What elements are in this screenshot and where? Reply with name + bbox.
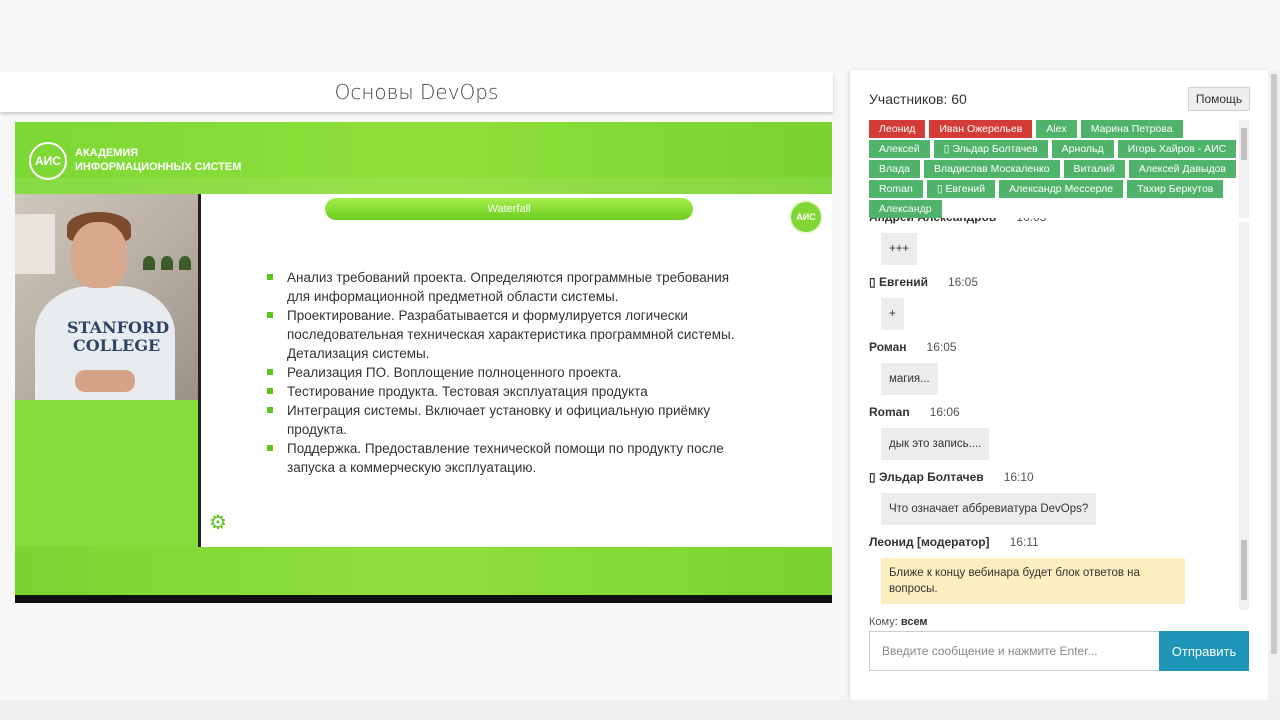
message-time: 16:05 — [1016, 218, 1046, 224]
chat-panel: Участников: 60 Помощь Леонид Иван Ожерель… — [850, 70, 1268, 700]
bullet-item: Анализ требований проекта. Определяются … — [267, 268, 737, 306]
presentation-title-bar: Основы DevOps — [0, 72, 833, 112]
academy-logo-icon: АИС — [29, 142, 67, 180]
video-plant — [143, 256, 155, 270]
message-time: 16:05 — [926, 340, 957, 354]
recipient-value: всем — [900, 616, 928, 628]
slide: АИС АКАДЕМИЯ ИНФОРМАЦИОННЫХ СИСТЕМ STANF… — [15, 122, 832, 595]
participant-tag[interactable]: Леонид — [869, 120, 926, 138]
participants-count: Участников: 60 — [869, 91, 967, 107]
message-time: 16:05 — [948, 275, 979, 289]
bullet-item: Интеграция системы. Включает установку и… — [267, 401, 737, 439]
presentation-player[interactable]: АИС АКАДЕМИЯ ИНФОРМАЦИОННЫХ СИСТЕМ STANF… — [15, 122, 832, 603]
participants-scrollbar[interactable] — [1239, 120, 1249, 218]
participant-tag[interactable]: Алексей Давыдов — [1128, 160, 1236, 178]
shirt-line-1: STANFORD — [67, 318, 170, 337]
messages-list: Андрей Александров 16:05 +++ ▯ Евгений 16:05… — [869, 218, 1241, 610]
speaker-head — [71, 222, 127, 288]
message-time: 16:11 — [1009, 535, 1039, 549]
message-text: магия... — [881, 363, 938, 395]
recipient-prefix: Кому: — [869, 616, 898, 628]
participant-tag[interactable]: ▯ Эльдар Болтачев — [933, 140, 1048, 158]
message-text: +++ — [881, 233, 918, 265]
slide-header: АИС АКАДЕМИЯ ИНФОРМАЦИОННЫХ СИСТЕМ — [15, 122, 832, 194]
logo-abbr: АИС — [35, 154, 61, 168]
message-header: ▯ Евгений 16:05 — [869, 275, 1241, 289]
message-author[interactable]: Андрей Александров — [869, 218, 996, 224]
mini-logo-text: АИС — [796, 212, 816, 222]
shirt-line-2: COLLEGE — [73, 336, 161, 355]
bullet-item: Реализация ПО. Воплощение полноценного п… — [267, 363, 737, 382]
video-plant — [161, 256, 173, 270]
message-author[interactable]: ▯ Евгений — [869, 275, 928, 289]
chat-message: Roman 16:06 дык это запись.... — [869, 405, 1241, 470]
message-input[interactable]: Введите сообщение и нажмите Enter... — [869, 631, 1161, 671]
message-header: Леонид [модератор] 16:11 — [869, 535, 1241, 549]
participant-tag[interactable]: Владислав Москаленко — [923, 160, 1060, 178]
participant-tag[interactable]: Виталий — [1063, 160, 1125, 178]
slide-content: Waterfall АИС Анализ требований проекта.… — [198, 194, 832, 547]
moderator-message-text: Ближе к концу вебинара будет блок ответо… — [881, 558, 1185, 604]
participants-list: Леонид Иван Ожерельев Alex Марина Петрова Ал… — [869, 120, 1239, 218]
message-author[interactable]: Roman — [869, 405, 910, 419]
messages-scrollbar[interactable] — [1239, 222, 1249, 610]
scrollbar-thumb[interactable] — [1271, 74, 1277, 654]
participant-tag[interactable]: Тахир Беркутов — [1127, 180, 1224, 198]
logo-line-1: АКАДЕМИЯ — [75, 147, 139, 159]
message-text: + — [881, 298, 904, 330]
chat-message: ▯ Евгений 16:05 + — [869, 275, 1241, 340]
bullet-item: Тестирование продукта. Тестовая эксплуат… — [267, 382, 737, 401]
message-header: Андрей Александров 16:05 — [869, 218, 1241, 224]
chat-message: ▯ Эльдар Болтачев 16:10 Что означает аббре… — [869, 470, 1241, 535]
slide-heading: Waterfall — [325, 198, 693, 220]
chat-message: Роман 16:05 магия... — [869, 340, 1241, 405]
speaker-video: STANFORD COLLEGE — [15, 194, 198, 400]
mini-logo-icon: АИС — [789, 200, 823, 234]
message-input-placeholder: Введите сообщение и нажмите Enter... — [882, 644, 1098, 658]
message-header: Roman 16:06 — [869, 405, 1241, 419]
message-text: дык это запись.... — [881, 428, 990, 460]
speaker-shirt-text: STANFORD COLLEGE — [67, 319, 169, 355]
participant-tag[interactable]: Александр Месcерле — [999, 180, 1124, 198]
participant-tag[interactable]: Влада — [869, 160, 920, 178]
participant-tag[interactable]: Арнольд — [1051, 140, 1114, 158]
video-shelf — [15, 214, 55, 274]
participant-tag[interactable]: Roman — [869, 180, 923, 198]
participant-tag[interactable]: Игорь Хайров - АИС — [1117, 140, 1237, 158]
slide-footer — [15, 547, 832, 595]
participant-tag[interactable]: Alex — [1036, 120, 1077, 138]
slide-bullets: Анализ требований проекта. Определяются … — [267, 268, 737, 477]
page-scrollbar[interactable] — [1268, 70, 1280, 700]
chat-message: Андрей Александров 16:05 +++ — [869, 218, 1241, 275]
message-header: Роман 16:05 — [869, 340, 1241, 354]
recipient-label[interactable]: Кому: всем — [869, 616, 928, 628]
message-time: 16:10 — [1003, 470, 1034, 484]
participant-tag[interactable]: Марина Петрова — [1080, 120, 1183, 138]
video-plant — [179, 256, 191, 270]
participant-tag[interactable]: Алексей — [869, 140, 930, 158]
message-author[interactable]: Роман — [869, 340, 907, 354]
gears-icon: ⚙ — [209, 512, 227, 534]
message-author[interactable]: Леонид [модератор] — [869, 535, 990, 549]
logo-line-2: ИНФОРМАЦИОННЫХ СИСТЕМ — [75, 161, 242, 173]
message-header: ▯ Эльдар Болтачев 16:10 — [869, 470, 1241, 484]
chat-message: Леонид [модератор] 16:11 Ближе к концу веб… — [869, 535, 1241, 610]
header-stripe — [15, 178, 832, 194]
help-button[interactable]: Помощь — [1188, 87, 1250, 111]
bottom-strip — [0, 700, 1280, 720]
bullet-item: Поддержка. Предоставление технической по… — [267, 439, 737, 477]
participant-tag[interactable]: Александр — [869, 200, 942, 218]
participant-tag[interactable]: ▯ Евгений — [926, 180, 996, 198]
message-time: 16:06 — [929, 405, 960, 419]
bullet-item: Проектирование. Разрабатывается и формул… — [267, 306, 737, 363]
speaker-hands — [75, 370, 135, 392]
scrollbar-thumb[interactable] — [1241, 540, 1247, 600]
presentation-title: Основы DevOps — [334, 80, 499, 104]
message-text: Что означает аббревиатура DevOps? — [881, 493, 1097, 525]
academy-logo-text: АКАДЕМИЯ ИНФОРМАЦИОННЫХ СИСТЕМ — [75, 146, 241, 174]
scrollbar-thumb[interactable] — [1241, 128, 1247, 160]
participant-tag[interactable]: Иван Ожерельев — [929, 120, 1033, 138]
send-button[interactable]: Отправить — [1159, 631, 1249, 671]
message-author[interactable]: ▯ Эльдар Болтачев — [869, 470, 984, 484]
